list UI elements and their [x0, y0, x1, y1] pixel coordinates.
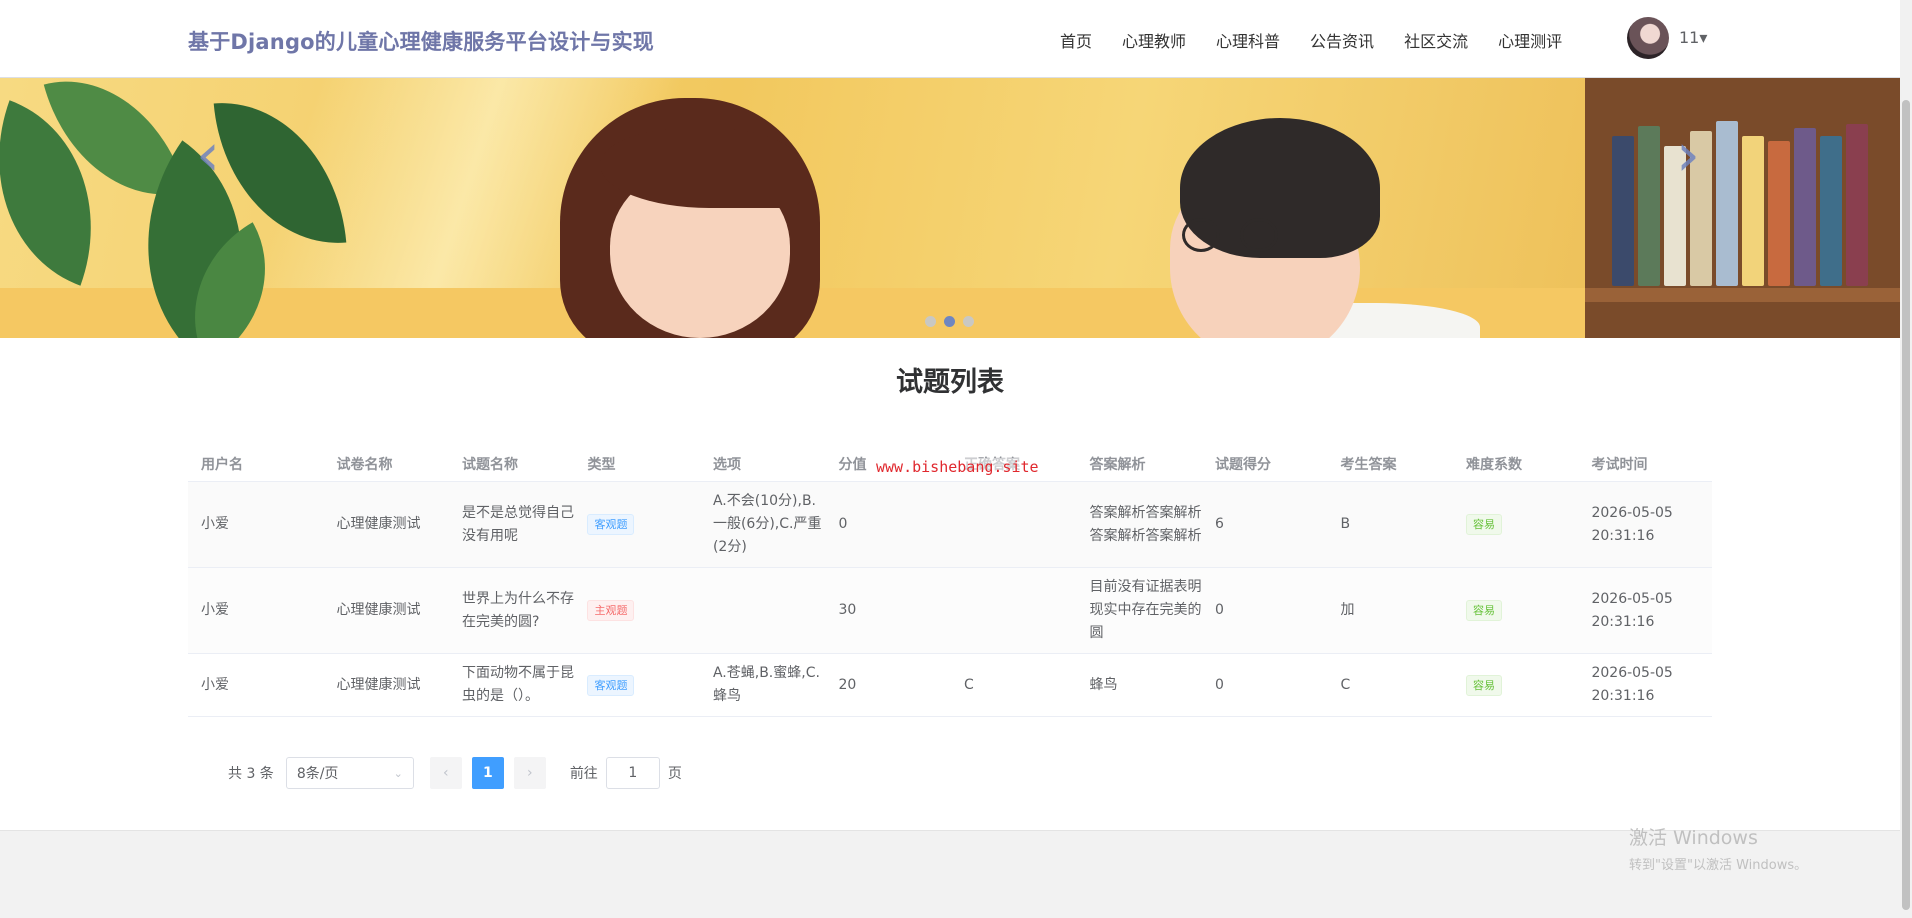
page-unit-label: 页: [667, 766, 682, 782]
page-number-button[interactable]: 1: [471, 757, 504, 789]
user-menu-dropdown[interactable]: 11▾: [1679, 28, 1707, 47]
cell-type: 客观题: [574, 513, 700, 536]
cell-options: A.苍蝇,B.蜜蜂,C.蜂鸟: [712, 665, 820, 704]
goto-label: 前往: [569, 766, 598, 782]
next-page-button[interactable]: ›: [513, 757, 546, 789]
carousel-indicators: [925, 316, 974, 327]
activation-title: 激活 Windows: [1629, 827, 1758, 849]
nav-teachers[interactable]: 心理教师: [1122, 28, 1186, 52]
cell-student-answer: B: [1340, 516, 1351, 532]
cell-paper: 心理健康测试: [336, 516, 421, 532]
cell-student-answer: 加: [1340, 602, 1355, 618]
carousel-next-icon[interactable]: ›: [1676, 120, 1700, 190]
activation-subtitle: 转到"设置"以激活 Windows。: [1629, 858, 1808, 873]
cell-analysis: 蜂鸟: [1089, 676, 1118, 693]
cell-analysis: 答案解析答案解析答案解析答案解析: [1089, 504, 1202, 544]
total-count: 共 3 条: [228, 766, 274, 782]
top-navbar: 基于Django的儿童心理健康服务平台设计与实现 首页 心理教师 心理科普 公告…: [0, 0, 1900, 78]
cell-time: 2026-05-05 20:31:16: [1591, 590, 1673, 630]
cell-got-score: 6: [1214, 516, 1224, 532]
windows-activation-notice: 激活 Windows 转到"设置"以激活 Windows。: [1629, 823, 1807, 873]
prev-page-button[interactable]: ‹: [429, 757, 462, 789]
book: [1846, 124, 1868, 286]
cell-score: 20: [838, 676, 857, 693]
main-nav: 首页 心理教师 心理科普 公告资讯 社区交流 心理测评: [1060, 28, 1592, 52]
column-header: 类型: [587, 456, 616, 473]
site-title[interactable]: 基于Django的儿童心理健康服务平台设计与实现: [188, 26, 654, 56]
cell-paper: 心理健康测试: [336, 676, 421, 693]
cell-question: 下面动物不属于昆虫的是（）。: [461, 665, 574, 704]
page-size-value: 8条/页: [296, 766, 339, 782]
cell-options: A.不会(10分),B.一般(6分),C.严重(2分): [712, 493, 822, 555]
cell-got-score: 0: [1214, 602, 1224, 618]
cell-user: 小爱: [201, 602, 229, 618]
column-header: 试题名称: [461, 456, 518, 473]
nav-announcements[interactable]: 公告资讯: [1310, 28, 1374, 52]
nav-community[interactable]: 社区交流: [1404, 28, 1468, 52]
table-row[interactable]: 小爱 心理健康测试 世界上为什么不存在完美的圆? 主观题 30 目前没有证据表明…: [188, 568, 1712, 654]
column-header: 选项: [712, 456, 741, 473]
carousel-dot-3[interactable]: [963, 316, 974, 327]
book: [1638, 126, 1660, 286]
cell-user: 小爱: [201, 676, 229, 693]
cell-time: 2026-05-05 20:31:16: [1591, 665, 1673, 704]
type-tag: 客观题: [587, 514, 635, 535]
cell-question: 世界上为什么不存在完美的圆?: [461, 590, 574, 630]
carousel-prev-icon[interactable]: ‹: [196, 120, 220, 190]
user-avatar[interactable]: [1627, 17, 1669, 59]
page-size-select[interactable]: 8条/页 ⌄: [285, 757, 414, 789]
column-header: 用户名: [201, 456, 243, 473]
book: [1612, 136, 1634, 286]
nav-psych-science[interactable]: 心理科普: [1216, 28, 1280, 52]
cell-type: 主观题: [574, 599, 700, 622]
shelf-board: [1585, 288, 1900, 302]
column-header: 试卷名称: [336, 456, 393, 473]
cell-type: 客观题: [574, 674, 700, 697]
cell-difficulty: 容易: [1453, 674, 1579, 697]
carousel-dot-2[interactable]: [944, 316, 955, 327]
page-title: 试题列表: [896, 367, 1004, 398]
glasses-icon: [1182, 218, 1292, 252]
cell-question: 是不是总觉得自己没有用呢: [461, 504, 574, 544]
column-header: 答案解析: [1089, 456, 1146, 473]
difficulty-tag: 容易: [1465, 600, 1502, 621]
cell-difficulty: 容易: [1453, 513, 1579, 536]
cell-score: 30: [838, 602, 857, 618]
banner-carousel: ‹ ›: [0, 78, 1900, 338]
book: [1794, 128, 1816, 286]
column-header: 难度系数: [1465, 456, 1522, 473]
cell-user: 小爱: [201, 516, 229, 532]
type-tag: 主观题: [587, 600, 635, 621]
column-header: 考生答案: [1340, 456, 1397, 473]
column-header: 考试时间: [1591, 456, 1648, 473]
page-footer: [0, 830, 1900, 918]
table-row[interactable]: 小爱 心理健康测试 下面动物不属于昆虫的是（）。 客观题 A.苍蝇,B.蜜蜂,C…: [188, 654, 1712, 717]
table-row[interactable]: 小爱 心理健康测试 是不是总觉得自己没有用呢 客观题 A.不会(10分),B.一…: [188, 482, 1712, 568]
book: [1768, 141, 1790, 286]
cell-time: 2026-05-05 20:31:16: [1591, 504, 1673, 544]
difficulty-tag: 容易: [1465, 514, 1502, 535]
cell-correct-answer: C: [963, 676, 974, 693]
book: [1742, 136, 1764, 286]
question-table: 用户名 试卷名称 试题名称 类型 选项 分值 正确答案 答案解析 试题得分 考生…: [188, 446, 1712, 717]
cell-score: 0: [838, 516, 848, 532]
nav-assessment[interactable]: 心理测评: [1498, 28, 1562, 52]
book: [1820, 136, 1842, 286]
cell-paper: 心理健康测试: [336, 602, 421, 618]
cell-difficulty: 容易: [1453, 599, 1579, 622]
difficulty-tag: 容易: [1465, 674, 1502, 696]
chevron-down-icon: ⌄: [393, 766, 403, 780]
book: [1716, 121, 1738, 286]
carousel-dot-1[interactable]: [925, 316, 936, 327]
column-header: 试题得分: [1214, 456, 1271, 473]
site-watermark: www.bishebang.site: [876, 458, 1039, 476]
goto-page-input[interactable]: [605, 757, 660, 789]
type-tag: 客观题: [587, 674, 635, 696]
nav-home[interactable]: 首页: [1060, 28, 1092, 52]
scrollbar-thumb[interactable]: [1902, 100, 1910, 910]
pagination: 共 3 条 8条/页 ⌄ ‹ 1 › 前往 页: [228, 757, 682, 789]
cell-analysis: 目前没有证据表明现实中存在完美的圆: [1089, 579, 1202, 641]
cell-got-score: 0: [1214, 676, 1224, 693]
cell-student-answer: C: [1340, 676, 1351, 693]
